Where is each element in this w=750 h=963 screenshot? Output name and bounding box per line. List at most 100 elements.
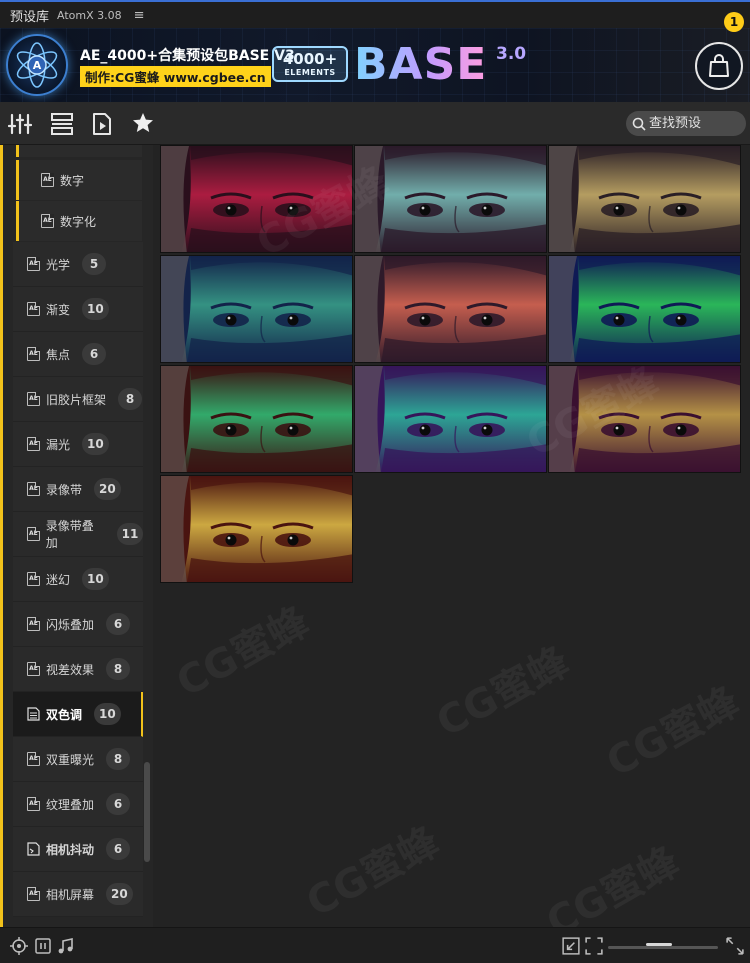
search-input[interactable] — [649, 116, 741, 131]
play-file-icon[interactable] — [90, 112, 114, 136]
sidebar-item-label: 录像带叠加 — [45, 519, 94, 550]
sidebar-item-label: 相机抖动 — [46, 842, 95, 857]
sidebar-item[interactable]: AE 闪烁叠加 6 — [13, 602, 143, 647]
sliders-icon[interactable] — [8, 112, 32, 136]
sidebar-item[interactable]: AE 录像带 20 — [13, 467, 143, 512]
item-count-badge: 8 — [106, 658, 131, 680]
list-icon[interactable] — [50, 112, 74, 136]
sidebar-item-label: 闪烁叠加 — [46, 617, 95, 632]
sidebar-item-label: 焦点 — [46, 347, 71, 362]
sidebar-item-label: 相机屏幕 — [46, 887, 95, 902]
item-count-badge: 6 — [106, 838, 131, 860]
sidebar-item[interactable]: AE 录像带叠加 11 — [13, 512, 143, 557]
sidebar-item[interactable]: AE 焦点 6 — [13, 332, 143, 377]
app-version: AtomX 3.08 — [57, 8, 122, 22]
banner-subtitle: 制作:CG蜜蜂 www.cgbee.cn — [80, 66, 271, 87]
sidebar-item[interactable]: AE 渐变 10 — [13, 287, 143, 332]
sidebar-item[interactable]: AE 旧胶片框架 8 — [13, 377, 143, 422]
sidebar-item[interactable]: AE 视差效果 8 — [13, 647, 143, 692]
preset-thumbnail[interactable] — [160, 365, 353, 473]
banner-artwork: 4000+ ELEMENTS BASE 3.0 — [270, 38, 550, 94]
sidebar-item-label: 双重曝光 — [46, 752, 95, 767]
search-box[interactable] — [626, 111, 746, 136]
sidebar-item[interactable]: AE 相机屏幕 20 — [13, 872, 143, 917]
sidebar-scrollbar[interactable] — [144, 762, 150, 862]
preset-thumbnail[interactable] — [354, 365, 547, 473]
title-bar: 预设库 AtomX 3.08 ≡ — [0, 0, 750, 28]
sidebar-item-active[interactable]: 双色调 10 — [13, 692, 143, 737]
ae-file-icon: AE — [27, 797, 40, 811]
shrink-icon[interactable] — [562, 937, 580, 955]
preset-thumbnail[interactable] — [548, 255, 741, 363]
target-icon[interactable] — [10, 937, 28, 955]
elements-badge: 4000+ ELEMENTS — [272, 46, 348, 82]
preset-thumbnail[interactable] — [354, 255, 547, 363]
thumbnail-size-slider[interactable] — [608, 946, 718, 949]
star-icon[interactable] — [131, 111, 155, 135]
atomx-logo-icon: A — [6, 34, 68, 96]
ae-file-icon: AE — [27, 437, 40, 451]
item-count-badge: 10 — [82, 568, 109, 590]
banner-title: AE_4000+合集预设包BASE V3 — [80, 48, 295, 64]
item-count-badge: 8 — [106, 748, 131, 770]
sidebar-item[interactable]: 相机抖动 6 — [13, 827, 143, 872]
expand-icon[interactable] — [585, 937, 603, 955]
item-count-badge: 11 — [116, 523, 143, 545]
sidebar-item[interactable]: AE 双重曝光 8 — [13, 737, 143, 782]
ae-file-icon: AE — [27, 302, 40, 316]
sidebar-subitem-partial[interactable]: AE — [16, 145, 142, 157]
preset-thumbnail[interactable] — [160, 145, 353, 253]
document-icon — [27, 707, 40, 721]
item-count-badge: 5 — [82, 253, 107, 275]
logo-letter: A — [33, 59, 42, 72]
ae-file-icon: AE — [27, 392, 40, 406]
sidebar-item-label: 光学 — [46, 257, 71, 272]
preset-thumbnail[interactable] — [160, 255, 353, 363]
slider-handle[interactable] — [645, 943, 672, 946]
sidebar-item-label: 纹理叠加 — [46, 797, 95, 812]
search-icon — [632, 117, 646, 131]
item-count-badge: 10 — [82, 298, 109, 320]
item-count-badge: 6 — [106, 613, 131, 635]
elements-count: 4000+ — [282, 50, 338, 68]
preset-thumbnail[interactable] — [548, 145, 741, 253]
promo-banner[interactable]: A AE_4000+合集预设包BASE V3 制作:CG蜜蜂 www.cgbee… — [0, 28, 750, 102]
music-icon[interactable] — [57, 937, 75, 955]
menu-icon[interactable]: ≡ — [134, 8, 145, 23]
preset-thumbnail[interactable] — [548, 365, 741, 473]
preset-gallery — [160, 145, 750, 927]
preset-thumbnail[interactable] — [160, 475, 353, 583]
item-count-badge: 10 — [82, 433, 109, 455]
cart-count-badge: 1 — [724, 12, 744, 32]
base-version: 3.0 — [496, 44, 527, 64]
bottom-bar — [0, 927, 750, 963]
ae-file-icon: AE — [27, 482, 40, 496]
sidebar-item[interactable]: AE 迷幻 10 — [13, 557, 143, 602]
ae-file-icon: AE — [41, 173, 54, 187]
sidebar-item-label: 录像带 — [46, 482, 83, 497]
sidebar-item-label: 迷幻 — [46, 572, 71, 587]
category-sidebar[interactable]: AE AE 数字 AE 数字化 AE 光学 5 AE 渐变 10 AE 焦点 6… — [0, 145, 153, 927]
item-count-badge: 6 — [106, 793, 131, 815]
shopping-bag-button[interactable] — [695, 42, 743, 90]
sidebar-item[interactable]: AE 光学 5 — [13, 242, 143, 287]
ae-file-icon: AE — [27, 887, 40, 901]
sidebar-subitem[interactable]: AE 数字 — [16, 160, 142, 200]
ae-file-icon: AE — [27, 662, 40, 676]
sidebar-subitem[interactable]: AE 数字化 — [16, 201, 142, 241]
fullscreen-icon[interactable] — [726, 937, 744, 955]
item-count-badge: 6 — [82, 343, 107, 365]
ae-file-icon: AE — [27, 752, 40, 766]
preset-thumbnail[interactable] — [354, 145, 547, 253]
sidebar-item-label: 视差效果 — [46, 662, 95, 677]
shopping-bag-icon — [709, 54, 729, 77]
ae-file-icon: AE — [27, 347, 40, 361]
sidebar-item[interactable]: AE 漏光 10 — [13, 422, 143, 467]
ae-file-icon: AE — [27, 617, 40, 631]
sidebar-item[interactable]: AE 纹理叠加 6 — [13, 782, 143, 827]
base-wordmark: BASE — [354, 39, 488, 90]
sidebar-item-label: 双色调 — [46, 707, 83, 722]
sidebar-item-label: 漏光 — [46, 437, 71, 452]
ae-file-icon: AE — [41, 214, 54, 228]
pause-icon[interactable] — [34, 937, 52, 955]
